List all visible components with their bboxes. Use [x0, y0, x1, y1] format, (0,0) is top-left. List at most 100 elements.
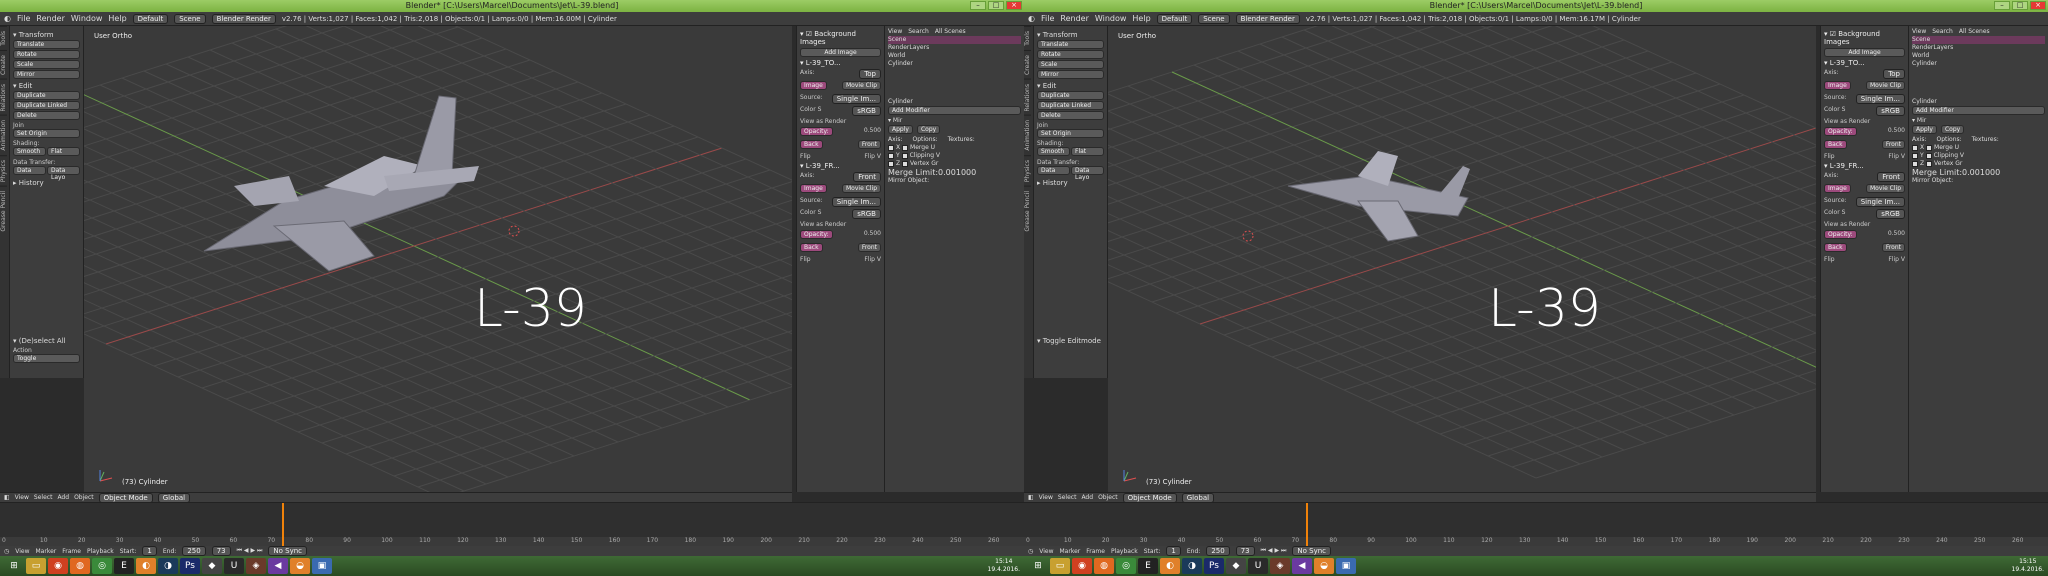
transform-header[interactable]: ▾ Transform	[1037, 31, 1104, 39]
flip-x-toggle[interactable]: Flip	[800, 153, 811, 160]
menu-render[interactable]: Render	[1060, 14, 1088, 23]
outliner-item-cylinder[interactable]: Cylinder	[1912, 60, 2045, 68]
current-frame-field[interactable]: 73	[1235, 546, 1255, 556]
action-select[interactable]: Toggle	[13, 354, 80, 363]
game-icon[interactable]: ◈	[246, 558, 266, 574]
playhead[interactable]	[1306, 503, 1309, 546]
epic-icon[interactable]: E	[114, 558, 134, 574]
clipping-checkbox[interactable]	[901, 152, 908, 159]
tab-create[interactable]: Create	[0, 49, 7, 79]
menu-help[interactable]: Help	[108, 14, 126, 23]
movie-clip-tab[interactable]: Movie Clip	[842, 81, 881, 90]
app-icon[interactable]: ▣	[312, 558, 332, 574]
data-button[interactable]: Data	[1037, 166, 1070, 175]
movie-clip-tab[interactable]: Movie Clip	[1866, 184, 1905, 193]
folder-icon[interactable]: ▭	[26, 558, 46, 574]
mode-select[interactable]: Object Mode	[1122, 493, 1177, 502]
operator-panel[interactable]: ▾ (De)select All	[13, 337, 80, 345]
chrome-icon[interactable]: ◎	[1116, 558, 1136, 574]
copy-button[interactable]: Copy	[916, 125, 941, 134]
close-icon[interactable]: ×	[2030, 1, 2046, 10]
image-tab[interactable]: Image	[800, 184, 827, 193]
chrome-icon[interactable]: ◎	[92, 558, 112, 574]
add-image-button[interactable]: Add Image	[1824, 48, 1905, 57]
tab-tools[interactable]: Tools	[1024, 26, 1031, 50]
merge-limit-value[interactable]: 0.001000	[938, 168, 976, 177]
current-frame-field[interactable]: 73	[211, 546, 231, 556]
header-menu-add[interactable]: Add	[57, 494, 69, 501]
outliner-menu-view[interactable]: View	[1912, 28, 1926, 36]
blender-icon[interactable]: ◐	[1160, 558, 1180, 574]
editor-type-icon[interactable]: ◷	[1028, 548, 1033, 555]
color-space-select[interactable]: sRGB	[1876, 106, 1905, 116]
outliner-item-cylinder[interactable]: Cylinder	[888, 60, 1021, 68]
merge-limit-value[interactable]: 0.001000	[1962, 168, 2000, 177]
vs-icon[interactable]: ◀	[268, 558, 288, 574]
tab-relations[interactable]: Relations	[0, 78, 7, 116]
outliner-menu-search[interactable]: Search	[908, 28, 929, 36]
orientation-select[interactable]: Global	[1181, 493, 1215, 502]
timeline-area[interactable]: 0 10 20 30 40 50 60 70 80 90 100 110 120 130 140 150 160…	[0, 502, 1024, 546]
tab-physics[interactable]: Physics	[1024, 154, 1031, 187]
img2-header[interactable]: ▾ L-39_FR...	[1824, 162, 1905, 170]
unity-icon[interactable]: ◆	[1226, 558, 1246, 574]
source-select[interactable]: Single Im...	[831, 197, 881, 207]
history-header[interactable]: ▸ History	[13, 179, 80, 187]
menu-file[interactable]: File	[17, 14, 30, 23]
front-button[interactable]: Front	[857, 140, 881, 149]
blender-run-icon[interactable]: ◒	[290, 558, 310, 574]
img1-header[interactable]: ▾ L-39_TO...	[800, 59, 881, 67]
tab-grease-pencil[interactable]: Grease Pencil	[1024, 186, 1031, 236]
join-label[interactable]: Join	[1037, 122, 1104, 129]
merge-checkbox[interactable]	[902, 144, 909, 151]
rotate-button[interactable]: Rotate	[1037, 50, 1104, 59]
outliner-item-scene[interactable]: Scene	[1912, 36, 2045, 44]
merge-checkbox[interactable]	[1926, 144, 1933, 151]
smooth-button[interactable]: Smooth	[1037, 147, 1070, 156]
photoshop-icon[interactable]: Ps	[1204, 558, 1224, 574]
render-engine-select[interactable]: Blender Render	[211, 13, 276, 24]
viewport-canvas[interactable]: L-39	[1108, 26, 1816, 492]
end-frame-field[interactable]: 250	[1206, 546, 1230, 556]
tab-create[interactable]: Create	[1024, 49, 1031, 79]
modifier-name[interactable]: ▾ Mir	[888, 117, 1021, 125]
render-engine-select[interactable]: Blender Render	[1235, 13, 1300, 24]
tab-physics[interactable]: Physics	[0, 154, 7, 187]
start-frame-field[interactable]: 1	[142, 546, 157, 556]
mirror-button[interactable]: Mirror	[1037, 70, 1104, 79]
flip-y-toggle[interactable]: Flip V	[1888, 256, 1905, 263]
orientation-select[interactable]: Global	[157, 493, 191, 502]
axis-select[interactable]: Top	[859, 69, 881, 79]
steam-icon[interactable]: ◑	[158, 558, 178, 574]
header-menu-select[interactable]: Select	[1058, 494, 1077, 501]
scene-select[interactable]: Scene	[174, 13, 206, 24]
back-button[interactable]: Back	[800, 243, 823, 252]
source-select[interactable]: Single Im...	[1855, 94, 1905, 104]
image-tab[interactable]: Image	[1824, 81, 1851, 90]
layout-select[interactable]: Default	[132, 13, 169, 24]
blender-logo-icon[interactable]: ◐	[1028, 14, 1035, 23]
source-select[interactable]: Single Im...	[831, 94, 881, 104]
translate-button[interactable]: Translate	[13, 40, 80, 49]
movie-clip-tab[interactable]: Movie Clip	[1866, 81, 1905, 90]
vs-icon[interactable]: ◀	[1292, 558, 1312, 574]
rotate-button[interactable]: Rotate	[13, 50, 80, 59]
add-modifier-button[interactable]: Add Modifier	[1912, 106, 2045, 115]
sync-select[interactable]: No Sync	[268, 546, 308, 556]
folder-icon[interactable]: ▭	[1050, 558, 1070, 574]
editor-type-icon[interactable]: ◧	[1028, 494, 1034, 501]
front-button[interactable]: Front	[1881, 140, 1905, 149]
steam-icon[interactable]: ◑	[1182, 558, 1202, 574]
tl-menu-view[interactable]: View	[15, 548, 29, 555]
opacity-value[interactable]: 0.500	[864, 127, 881, 138]
tab-tools[interactable]: Tools	[0, 26, 7, 50]
tl-menu-playback[interactable]: Playback	[87, 548, 114, 555]
join-label[interactable]: Join	[13, 122, 80, 129]
tl-menu-playback[interactable]: Playback	[1111, 548, 1138, 555]
outliner-item-renderlayers[interactable]: RenderLayers	[888, 44, 1021, 52]
flat-button[interactable]: Flat	[1071, 147, 1104, 156]
back-button[interactable]: Back	[1824, 243, 1847, 252]
scale-button[interactable]: Scale	[1037, 60, 1104, 69]
editor-type-icon[interactable]: ◧	[4, 494, 10, 501]
view-as-render-toggle[interactable]: View as Render	[1824, 118, 1905, 125]
